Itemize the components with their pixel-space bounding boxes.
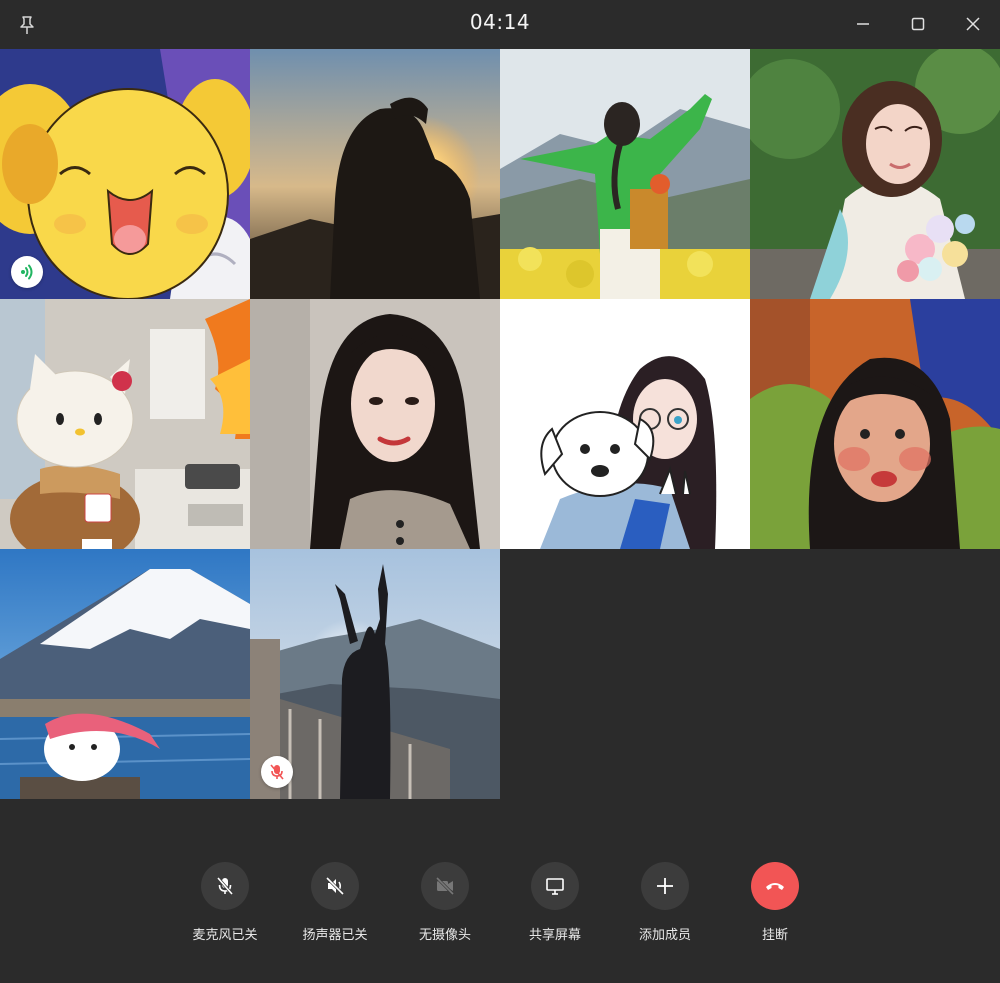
add-member-label: 添加成员 [638,928,691,943]
speaking-indicator [11,256,43,288]
hang-up-button[interactable]: 挂断 [730,862,820,943]
speaker-off-icon [325,876,345,896]
maximize-button[interactable] [904,10,932,38]
video-grid [0,49,1000,799]
close-icon [966,17,980,31]
hang-up-label: 挂断 [761,928,788,943]
girl-green-jacket-flowers-avatar [500,49,750,299]
add-member-button[interactable]: 添加成员 [620,862,710,943]
participant-tile[interactable] [250,549,500,799]
screen-share-icon [546,878,564,895]
mic-muted-icon [270,764,284,780]
participant-tile[interactable] [250,299,500,549]
share-button-circle[interactable] [531,862,579,910]
participant-tile[interactable] [500,49,750,299]
mic-off-icon [216,877,234,895]
speaker-button-circle[interactable] [311,862,359,910]
hangup-button-circle[interactable] [751,862,799,910]
plus-icon [657,878,673,894]
participant-tile[interactable] [0,299,250,549]
speaker-wave-icon [21,264,33,280]
participant-tile[interactable] [750,49,1000,299]
mic-button-circle[interactable] [201,862,249,910]
participant-tile[interactable] [0,549,250,799]
speaker-toggle-button[interactable]: 扬声器已关 [290,862,380,943]
speaker-toggle-label: 扬声器已关 [302,928,368,943]
sunset-silhouette-avatar [250,49,500,299]
minimize-icon [857,23,869,25]
close-button[interactable] [959,10,987,38]
girl-green-sweater-selfie-avatar [750,299,1000,549]
minimize-button[interactable] [849,10,877,38]
girl-portrait-avatar [250,299,500,549]
participant-tile[interactable] [0,49,250,299]
hello-kitty-office-avatar [0,299,250,549]
mount-fuji-plush-avatar [0,549,250,799]
camera-button[interactable]: 无摄像头 [400,862,490,943]
add-button-circle[interactable] [641,862,689,910]
participant-tile[interactable] [750,299,1000,549]
drawing-girl-with-dog-avatar [500,299,750,549]
share-screen-label: 共享屏幕 [528,928,581,943]
camera-button-circle[interactable] [421,862,469,910]
title-bar: 04:14 [0,0,1000,48]
participant-tile[interactable] [500,299,750,549]
mic-toggle-label: 麦克风已关 [192,928,258,943]
camera-label: 无摄像头 [418,928,471,943]
participant-tile[interactable] [250,49,500,299]
camera-off-icon [435,876,455,896]
muted-indicator [261,756,293,788]
girl-with-bouquet-avatar [750,49,1000,299]
hang-up-phone-icon [766,883,784,890]
mic-toggle-button[interactable]: 麦克风已关 [180,862,270,943]
share-screen-button[interactable]: 共享屏幕 [510,862,600,943]
maximize-icon [911,17,925,31]
call-controls: 麦克风已关 扬声器已关 无摄像头 共享屏幕 添加成员 挂断 [0,830,1000,970]
